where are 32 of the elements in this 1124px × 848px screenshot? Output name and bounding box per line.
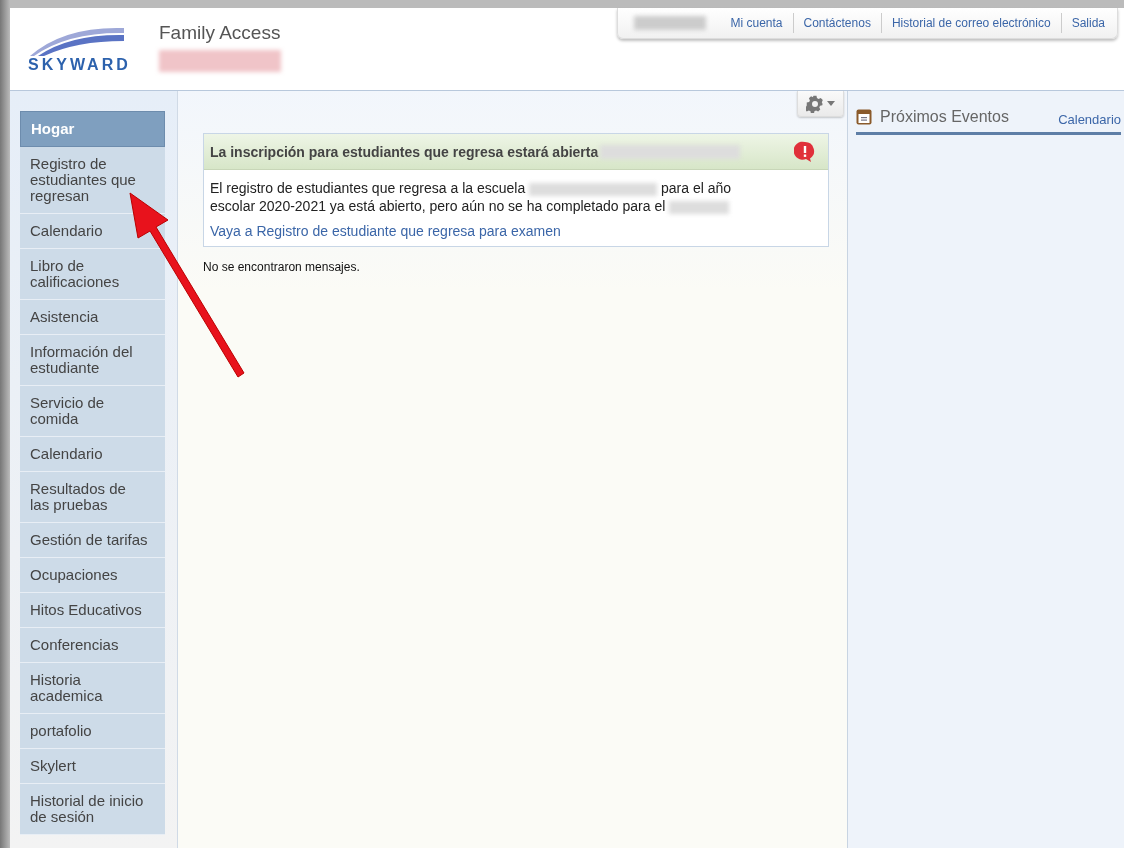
settings-button[interactable] bbox=[797, 91, 844, 117]
calendar-icon bbox=[856, 109, 872, 125]
top-link[interactable]: Historial de correo electrónico bbox=[891, 16, 1051, 30]
sidebar-item[interactable]: Asistencia bbox=[20, 300, 165, 335]
messages-status: No se encontraron mensajes. bbox=[203, 260, 361, 274]
sidebar-item[interactable]: Servicio de comida bbox=[20, 386, 165, 437]
app-title: Family Access bbox=[159, 22, 281, 44]
sidebar-item[interactable]: Resultados de las pruebas bbox=[20, 472, 165, 523]
sidebar-item[interactable]: Información del estudiante bbox=[20, 335, 165, 386]
sidebar-item[interactable]: Conferencias bbox=[20, 628, 165, 663]
announcement-text: El registro de estudiantes que regresa a la escuela para el año escolar 2020-2021 ya está abierto, pero aún no se ha completado para el bbox=[210, 179, 733, 215]
logo-text: SKYWARD bbox=[28, 56, 132, 74]
calendar-link[interactable]: Calendario bbox=[1058, 112, 1121, 127]
sidebar-item[interactable]: Historial de inicio de sesión bbox=[20, 784, 165, 835]
settings-icon bbox=[806, 94, 824, 113]
sidebar-item[interactable]: Skylert bbox=[20, 749, 165, 784]
alert-icon bbox=[794, 140, 816, 163]
top-link[interactable]: Contáctenos bbox=[803, 16, 871, 30]
events-title: Próximos Eventos bbox=[880, 108, 1009, 126]
announcement-title: La inscripción para estudiantes que regresa estará abierta bbox=[210, 143, 599, 160]
registration-link[interactable]: Vaya a Registro de estudiante que regresa para examen bbox=[210, 223, 561, 239]
sidebar-item[interactable]: Hitos Educativos bbox=[20, 593, 165, 628]
caret-icon bbox=[827, 101, 835, 106]
sidebar-item[interactable]: Gestión de tarifas bbox=[20, 523, 165, 558]
sidebar-item[interactable]: portafolio bbox=[20, 714, 165, 749]
sidebar-item[interactable]: Calendario bbox=[20, 437, 165, 472]
sidebar-item[interactable]: Ocupaciones bbox=[20, 558, 165, 593]
sidebar-item[interactable]: Historia academica bbox=[20, 663, 165, 714]
sidebar-item[interactable]: Libro de calificaciones bbox=[20, 249, 165, 300]
sidebar-item[interactable]: Registro de estudiantes que regresan bbox=[20, 147, 165, 214]
top-link[interactable]: Mi cuenta bbox=[730, 16, 783, 30]
top-link[interactable]: Salida bbox=[1071, 16, 1105, 30]
